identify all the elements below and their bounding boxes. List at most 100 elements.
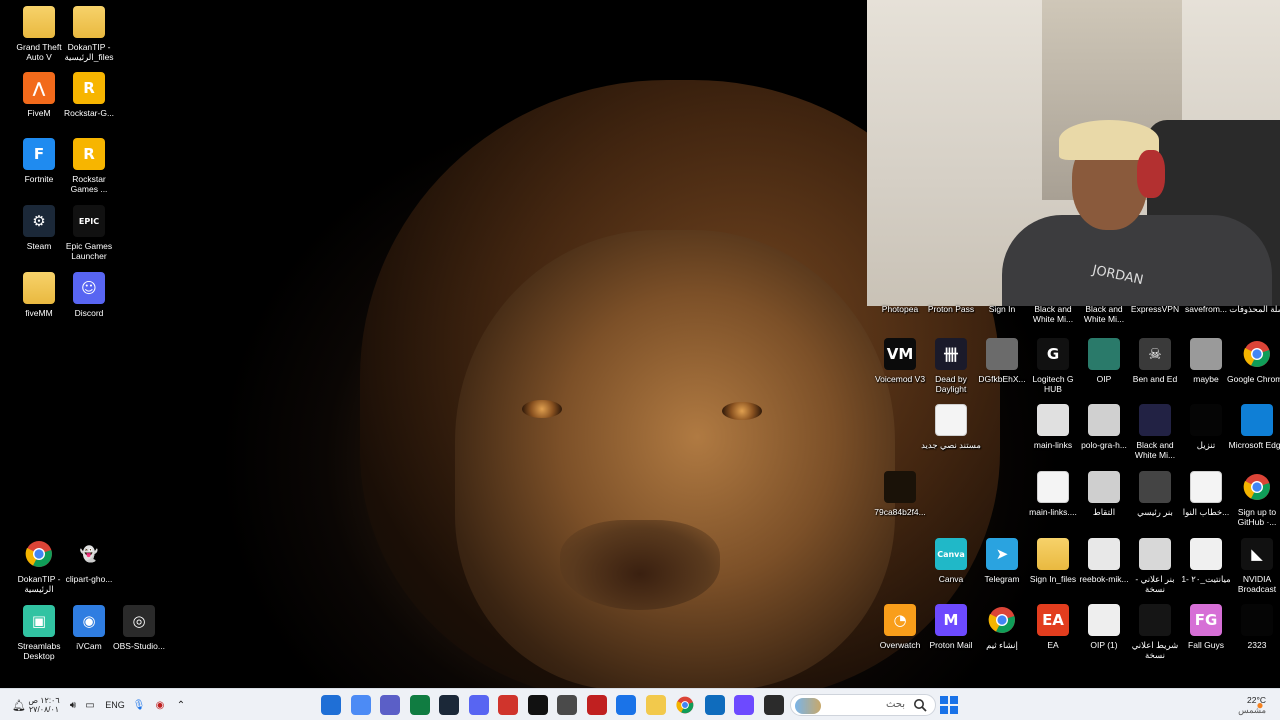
- desktop-shortcut[interactable]: F Fortnite: [12, 138, 66, 184]
- desktop-shortcut[interactable]: R Rockstar Games ...: [62, 138, 116, 194]
- desktop-shortcut[interactable]: خطاب النوا...: [1179, 471, 1233, 517]
- desktop-shortcut[interactable]: 2323: [1230, 604, 1280, 650]
- desktop-shortcut[interactable]: 👻 clipart-gho...: [62, 538, 116, 584]
- desktop-shortcut[interactable]: Proton Pass: [924, 304, 978, 314]
- desktop-shortcut[interactable]: بنر اعلاني - نسخة: [1128, 538, 1182, 594]
- desktop-shortcut[interactable]: DGfkbEhX...: [975, 338, 1029, 384]
- snipping-tool-icon[interactable]: [321, 695, 341, 715]
- desktop-shortcut[interactable]: شريط اعلاني نسخة: [1128, 604, 1182, 660]
- desktop-shortcut[interactable]: OIP: [1077, 338, 1131, 384]
- chrome-icon[interactable]: [675, 695, 695, 715]
- desktop-shortcut[interactable]: Sign up to GitHub ·...: [1230, 471, 1280, 527]
- desktop-shortcut[interactable]: M Proton Mail: [924, 604, 978, 650]
- image-icon: [1241, 604, 1273, 636]
- show-hidden-icons-chevron-icon[interactable]: ⌃: [174, 695, 188, 715]
- desktop-shortcut-label: Google Chrome: [1227, 374, 1280, 384]
- desktop-shortcut-label: NVIDIA Broadcast: [1237, 574, 1277, 594]
- clock[interactable]: ١٢:٠٦ ص ٢٧/٠٨/٠١: [26, 695, 62, 715]
- store-icon[interactable]: [616, 695, 636, 715]
- desktop-shortcut[interactable]: ◔ Overwatch: [873, 604, 927, 650]
- epic-games-icon: EPIC: [73, 205, 105, 237]
- desktop-shortcut[interactable]: سلة المحذوفات: [1229, 304, 1280, 314]
- desktop-shortcut[interactable]: fiveMM: [12, 272, 66, 318]
- discord-icon[interactable]: [468, 695, 489, 715]
- desktop-shortcut[interactable]: ◣ NVIDIA Broadcast: [1230, 538, 1280, 594]
- file-explorer-icon[interactable]: [645, 695, 666, 715]
- microphone-icon[interactable]: 🎙︎: [132, 695, 146, 715]
- image-icon: [1190, 338, 1222, 370]
- terminal-icon[interactable]: [763, 695, 784, 715]
- person-app-icon[interactable]: [350, 695, 371, 715]
- record-icon[interactable]: [586, 695, 607, 715]
- desktop-shortcut[interactable]: 79ca84b2f4...: [873, 471, 927, 517]
- desktop-shortcut[interactable]: main-links: [1026, 404, 1080, 450]
- desktop-shortcut[interactable]: DokanTIP - الرئيسية_files: [62, 6, 116, 62]
- image-icon: [1190, 404, 1222, 436]
- excel-icon[interactable]: [409, 695, 430, 715]
- desktop-shortcut[interactable]: ◎ OBS-Studio...: [112, 605, 166, 651]
- desktop-shortcut[interactable]: ⚙ Steam: [12, 205, 66, 251]
- desktop-shortcut[interactable]: Black and White Mi...: [1026, 304, 1080, 324]
- start-button[interactable]: [940, 696, 958, 714]
- desktop-shortcut[interactable]: EA EA: [1026, 604, 1080, 650]
- desktop-shortcut[interactable]: Sign In_files: [1026, 538, 1080, 584]
- webcam-person-body: [1002, 215, 1272, 306]
- desktop-shortcut[interactable]: مستند نصي جديد: [921, 404, 981, 450]
- desktop-shortcut[interactable]: savefrom...: [1179, 304, 1233, 314]
- desktop-shortcut[interactable]: G Logitech G HUB: [1026, 338, 1080, 394]
- desktop-shortcut[interactable]: reebok-mik...: [1077, 538, 1131, 584]
- desktop-shortcut[interactable]: VM Voicemod V3: [873, 338, 927, 384]
- desktop-shortcut[interactable]: ExpressVPN: [1128, 304, 1182, 314]
- desktop-shortcut[interactable]: Black and White Mi...: [1077, 304, 1131, 324]
- outlook-icon[interactable]: [704, 695, 725, 715]
- desktop-shortcut[interactable]: ☺ Discord: [62, 272, 116, 318]
- headset-icon[interactable]: [498, 695, 518, 715]
- steam-icon[interactable]: [439, 695, 459, 715]
- desktop-shortcut[interactable]: ☠ Ben and Ed: [1128, 338, 1182, 384]
- desktop-shortcut[interactable]: R Rockstar-G...: [62, 72, 116, 118]
- desktop-shortcut[interactable]: Photopea: [873, 304, 927, 314]
- edge-icon: [1241, 404, 1273, 436]
- taskbar-search[interactable]: بحث: [790, 694, 936, 716]
- desktop-shortcut[interactable]: ▣ Streamlabs Desktop: [12, 605, 66, 661]
- desktop-shortcut[interactable]: Google Chrome: [1227, 338, 1280, 384]
- chrome-icon: [986, 604, 1018, 636]
- proton-icon[interactable]: [734, 695, 754, 715]
- desktop-shortcut[interactable]: ⋀ FiveM: [12, 72, 66, 118]
- desktop-shortcut[interactable]: ميانتيت_٢٠ -1: [1179, 538, 1233, 584]
- desktop-shortcut[interactable]: ◉ iVCam: [62, 605, 116, 651]
- desktop-shortcut[interactable]: بنر رئيسي: [1128, 471, 1182, 517]
- ivcam-icon: ◉: [73, 605, 105, 637]
- overwatch-icon: ◔: [884, 604, 916, 636]
- desktop-shortcut[interactable]: DokanTIP - الرئيسية: [12, 538, 66, 594]
- desktop-shortcut[interactable]: maybe: [1179, 338, 1233, 384]
- desktop-shortcut[interactable]: polo-gra-h...: [1077, 404, 1131, 450]
- clock-date: ٢٧/٠٨/٠١: [28, 705, 60, 714]
- epic-games-icon[interactable]: [527, 695, 548, 715]
- desktop-shortcut[interactable]: OIP (1): [1077, 604, 1131, 650]
- desktop-shortcut[interactable]: إنشاء ثيم: [975, 604, 1029, 650]
- cube-icon[interactable]: [557, 695, 577, 715]
- language-indicator[interactable]: ENG: [104, 695, 126, 715]
- image-icon: [1190, 538, 1222, 570]
- dead-by-daylight-icon: 卌: [935, 338, 967, 370]
- desktop-shortcut[interactable]: Microsoft Edge: [1229, 404, 1280, 450]
- desktop-shortcut[interactable]: EPIC Epic Games Launcher: [62, 205, 116, 261]
- network-icon[interactable]: ▭: [83, 695, 97, 715]
- desktop-shortcut-label: 79ca84b2f4...: [874, 507, 926, 517]
- desktop-shortcut[interactable]: Black and White Mi...: [1128, 404, 1182, 460]
- desktop-shortcut[interactable]: 卌 Dead by Daylight: [924, 338, 978, 394]
- desktop-shortcut[interactable]: main-links....: [1026, 471, 1080, 517]
- folder-icon: [73, 6, 105, 38]
- desktop-shortcut[interactable]: Sign In: [975, 304, 1029, 314]
- desktop-shortcut[interactable]: تنزيل: [1179, 404, 1233, 450]
- volume-icon[interactable]: 🔊︎: [66, 695, 80, 715]
- notification-bell-icon[interactable]: 🔔︎: [12, 695, 26, 715]
- desktop-shortcut[interactable]: التقاط: [1077, 471, 1131, 517]
- desktop-shortcut[interactable]: Canva Canva: [924, 538, 978, 584]
- desktop-shortcut[interactable]: FG Fall Guys: [1179, 604, 1233, 650]
- desktop-shortcut[interactable]: Grand Theft Auto V: [12, 6, 66, 62]
- desktop-shortcut[interactable]: ➤ Telegram: [975, 538, 1029, 584]
- tray-app-icon[interactable]: ◉: [152, 695, 168, 715]
- teams-icon[interactable]: [380, 695, 400, 715]
